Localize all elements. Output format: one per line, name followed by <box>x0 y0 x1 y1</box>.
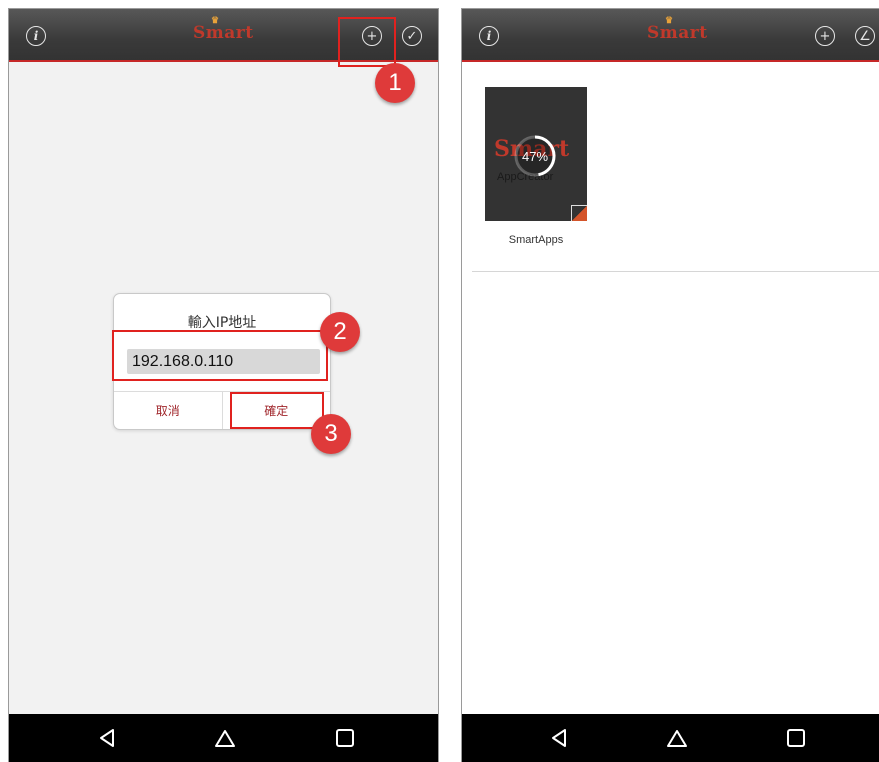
download-progress-label: 47% <box>521 148 549 164</box>
highlight-ip-input <box>112 330 328 381</box>
dialog-title: 輸入IP地址 <box>187 315 257 331</box>
add-circle-icon[interactable]: + <box>815 26 835 46</box>
back-icon[interactable] <box>547 726 571 750</box>
crown-icon: ♛ <box>211 16 220 26</box>
right-phone-screen: i ♛ Smart + ∠ Smart AppCreator 47% Smart… <box>461 8 879 762</box>
step-badge-1: 1 <box>375 63 415 103</box>
cancel-button[interactable]: 取消 <box>114 392 223 429</box>
divider <box>472 271 879 272</box>
info-icon[interactable]: i <box>26 26 46 46</box>
app-tile-smartapps[interactable]: Smart AppCreator 47% SmartApps <box>485 87 587 246</box>
left-phone-screen: i ♛ Smart + ✓ 輸入IP地址 取消 確定 <box>8 8 439 762</box>
highlight-add-button <box>338 17 396 67</box>
android-nav-bar <box>462 714 879 762</box>
app-label: SmartApps <box>508 234 564 246</box>
back-icon[interactable] <box>95 726 119 750</box>
top-bar: i ♛ Smart + ∠ <box>462 9 879 62</box>
crown-icon: ♛ <box>665 16 674 26</box>
edit-circle-icon[interactable]: ∠ <box>855 26 875 46</box>
android-nav-bar <box>9 714 438 762</box>
app-logo: ♛ Smart <box>193 16 254 43</box>
recent-apps-icon[interactable] <box>333 726 357 750</box>
home-icon[interactable] <box>213 726 237 750</box>
corner-tag-icon <box>571 205 587 221</box>
info-icon[interactable]: i <box>479 26 499 46</box>
app-thumbnail: Smart AppCreator 47% <box>485 87 587 221</box>
recent-apps-icon[interactable] <box>784 726 808 750</box>
highlight-confirm-button <box>230 392 324 429</box>
app-logo: ♛ Smart <box>647 16 708 43</box>
step-badge-2: 2 <box>320 312 360 352</box>
check-circle-icon[interactable]: ✓ <box>402 26 422 46</box>
home-icon[interactable] <box>665 726 689 750</box>
step-badge-3: 3 <box>311 414 351 454</box>
